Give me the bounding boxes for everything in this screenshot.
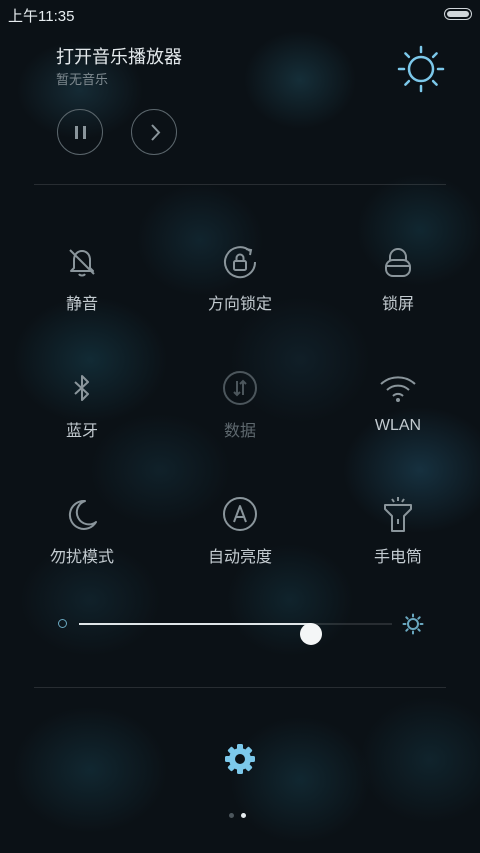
toggle-label-flashlight: 手电筒: [373, 549, 422, 566]
toggle-label-lock-screen: 锁屏: [381, 296, 414, 313]
bell-off-icon: [69, 249, 95, 277]
brightness-slider[interactable]: [56, 612, 426, 645]
gear-icon[interactable]: [222, 741, 258, 777]
next-icon: [151, 124, 161, 141]
flashlight-icon: [384, 497, 412, 532]
toggle-label-auto-brightness: 自动亮度: [207, 549, 272, 566]
status-time: 上午11:35: [8, 8, 75, 25]
toggle-label-wlan: WLAN: [374, 417, 422, 434]
brightness-low-icon: [58, 619, 67, 628]
toggle-rotation-lock[interactable]: 方向锁定: [170, 242, 310, 314]
rotation-lock-icon: [224, 246, 257, 279]
page-dot: [229, 813, 234, 818]
brightness-track[interactable]: [79, 623, 392, 645]
toggle-label-mute: 静音: [65, 296, 98, 313]
moon-icon: [68, 499, 97, 530]
wifi-icon: [380, 376, 416, 402]
auto-brightness-icon: [223, 497, 257, 531]
battery-icon: [444, 8, 472, 20]
page-dot: [241, 813, 246, 818]
toggle-do-not-disturb[interactable]: 勿扰模式: [12, 495, 152, 567]
divider: [34, 687, 446, 688]
brightness-fill: [79, 623, 311, 625]
pause-button[interactable]: [57, 109, 103, 155]
status-bar: 上午11:35: [0, 0, 480, 28]
bluetooth-icon: [74, 375, 89, 401]
toggle-wlan[interactable]: WLAN: [328, 369, 468, 435]
pause-icon: [75, 126, 86, 139]
toggle-flashlight[interactable]: 手电筒: [328, 495, 468, 567]
toggle-bluetooth[interactable]: 蓝牙: [12, 369, 152, 441]
toggle-lock-screen[interactable]: 锁屏: [328, 242, 468, 314]
toggle-auto-brightness[interactable]: 自动亮度: [170, 495, 310, 567]
toggle-mute[interactable]: 静音: [12, 242, 152, 314]
mobile-data-icon: [223, 371, 257, 405]
brightness-thumb[interactable]: [299, 623, 322, 645]
music-player-title[interactable]: 打开音乐播放器: [56, 43, 182, 69]
lock-icon: [385, 248, 411, 277]
toggle-label-do-not-disturb: 勿扰模式: [49, 549, 114, 566]
toggle-label-bluetooth: 蓝牙: [65, 423, 98, 440]
music-player-subtitle: 暂无音乐: [56, 72, 109, 87]
brightness-high-icon: [402, 613, 424, 635]
toggle-mobile-data[interactable]: 数据: [170, 369, 310, 441]
toggle-label-rotation-lock: 方向锁定: [207, 296, 272, 313]
divider: [34, 184, 446, 185]
sun-icon[interactable]: [396, 44, 446, 94]
next-button[interactable]: [131, 109, 177, 155]
toggle-label-mobile-data: 数据: [223, 423, 256, 440]
